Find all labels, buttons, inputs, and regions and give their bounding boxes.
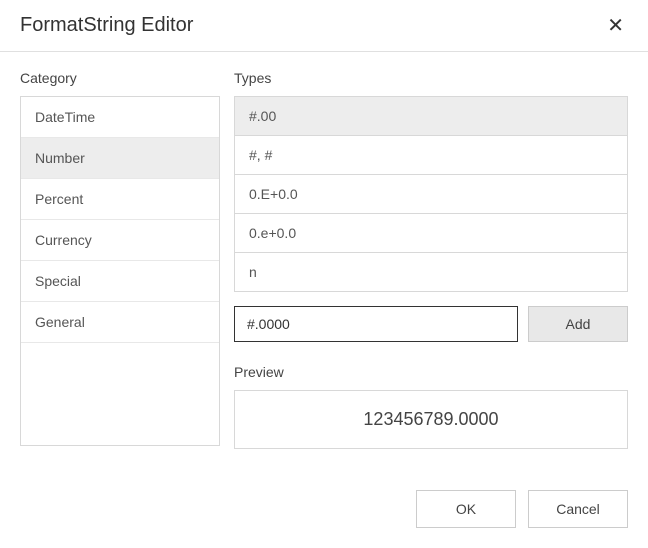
formatstring-editor-dialog: FormatString Editor ✕ Category DateTime … [0,0,648,548]
type-item[interactable]: n [234,252,628,292]
category-item-percent[interactable]: Percent [21,179,219,220]
type-item[interactable]: #, # [234,135,628,174]
category-item-currency[interactable]: Currency [21,220,219,261]
format-input-row: Add [234,306,628,342]
types-label: Types [234,70,628,86]
cancel-button[interactable]: Cancel [528,490,628,528]
close-icon: ✕ [607,15,624,37]
category-item-general[interactable]: General [21,302,219,343]
category-list: DateTime Number Percent Currency Special… [20,96,220,446]
close-button[interactable]: ✕ [603,16,628,36]
preview-value: 123456789.0000 [363,409,498,429]
format-input[interactable] [234,306,518,342]
type-item[interactable]: 0.E+0.0 [234,174,628,213]
preview-label: Preview [234,364,628,380]
category-label: Category [20,70,220,86]
category-item-datetime[interactable]: DateTime [21,97,219,138]
category-item-special[interactable]: Special [21,261,219,302]
dialog-content: Category DateTime Number Percent Currenc… [0,52,648,474]
dialog-footer: OK Cancel [0,474,648,548]
types-list: #.00 #, # 0.E+0.0 0.e+0.0 n [234,96,628,292]
category-column: Category DateTime Number Percent Currenc… [20,70,220,474]
ok-button[interactable]: OK [416,490,516,528]
category-item-number[interactable]: Number [21,138,219,179]
dialog-title: FormatString Editor [20,14,193,37]
dialog-header: FormatString Editor ✕ [0,0,648,52]
add-button[interactable]: Add [528,306,628,342]
preview-box: 123456789.0000 [234,390,628,449]
type-item[interactable]: #.00 [234,96,628,135]
type-item[interactable]: 0.e+0.0 [234,213,628,252]
types-column: Types #.00 #, # 0.E+0.0 0.e+0.0 n Add Pr… [234,70,628,474]
